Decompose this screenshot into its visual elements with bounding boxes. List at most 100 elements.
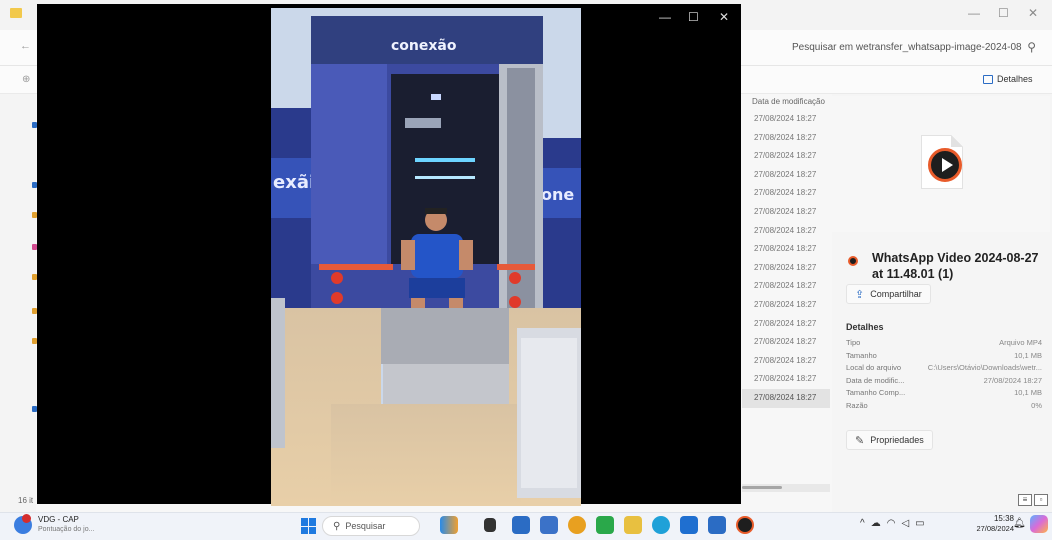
wrench-icon: ✎ (855, 434, 865, 447)
tiles-view-icon[interactable]: ▫ (1034, 494, 1048, 506)
file-row-date[interactable]: 27/08/2024 18:27 (742, 184, 830, 203)
widget-subtitle: Pontuação do jo... (38, 526, 95, 533)
file-row-date[interactable]: 27/08/2024 18:27 (742, 296, 830, 315)
item-count-status: 16 it (18, 496, 34, 505)
search-placeholder: Pesquisar em wetransfer_whatsapp-image-2… (792, 42, 1022, 53)
task-view-icon[interactable] (484, 518, 496, 532)
volume-icon[interactable]: ◁ (901, 518, 909, 529)
back-arrow-icon[interactable]: ← (20, 40, 31, 52)
fish-app-icon[interactable] (440, 516, 458, 534)
widget-title: VDG - CAP (38, 515, 79, 524)
property-value: Arquivo MP4 (999, 338, 1042, 347)
file-row-date[interactable]: 27/08/2024 18:27 (742, 315, 830, 334)
windows-logo-icon (301, 518, 308, 526)
file-properties-list: Tipo Arquivo MP4 Tamanho 10,1 MB Local do ar… (846, 337, 1042, 413)
property-row: Tamanho Comp... 10,1 MB (846, 387, 1042, 400)
start-button[interactable] (301, 518, 317, 534)
folder-icon[interactable] (624, 516, 642, 534)
clock-date: 27/08/2024 (976, 524, 1014, 533)
store-icon[interactable] (540, 516, 558, 534)
file-row-date[interactable]: 27/08/2024 18:27 (742, 259, 830, 278)
battery-icon[interactable]: ▭ (915, 518, 924, 529)
property-label: Local do arquivo (846, 363, 902, 373)
share-button[interactable]: ⇪ Compartilhar (846, 284, 931, 304)
weather-widget[interactable]: VDG - CAP Pontuação do jo... (14, 514, 95, 535)
property-value: 0% (1031, 400, 1042, 410)
clock-time: 15:38 (993, 514, 1014, 523)
share-label: Compartilhar (870, 289, 922, 299)
property-label: Razão (846, 400, 868, 410)
video-frame[interactable]: exãi one conexão (271, 8, 581, 506)
properties-button[interactable]: ✎ Propriedades (846, 430, 933, 450)
property-value: 27/08/2024 18:27 (983, 375, 1042, 385)
file-row-date[interactable]: 27/08/2024 18:27 (742, 110, 830, 129)
mail-icon[interactable] (680, 516, 698, 534)
onedrive-icon[interactable]: ☁ (871, 518, 881, 529)
taskbar-clock[interactable]: 15:38 27/08/2024 (958, 514, 1014, 534)
video-scene: exãi one conexão (271, 8, 581, 506)
truck-side-text-right: one (541, 185, 574, 204)
wifi-icon[interactable]: ◠ (887, 518, 896, 529)
media-player-icon[interactable] (736, 516, 754, 534)
edge-icon[interactable] (652, 516, 670, 534)
explorer-icon[interactable] (512, 516, 530, 534)
chrome-icon[interactable] (568, 516, 586, 534)
chevron-up-icon[interactable]: ^ (860, 518, 865, 529)
explorer-minimize-button[interactable]: — (968, 6, 980, 20)
file-row-date[interactable]: 27/08/2024 18:27 (742, 240, 830, 259)
share-icon: ⇪ (855, 288, 865, 301)
file-row-date[interactable]: 27/08/2024 18:27 (742, 129, 830, 148)
file-row-date[interactable]: 27/08/2024 18:27 (742, 333, 830, 352)
details-section-title: Detalhes (846, 322, 884, 332)
media-file-icon (848, 256, 858, 266)
file-row-date[interactable]: 27/08/2024 18:27 (742, 147, 830, 166)
truck-side-text-left: exãi (273, 172, 315, 193)
scrollbar-thumb[interactable] (742, 486, 782, 489)
file-row-date[interactable]: 27/08/2024 18:27 (742, 277, 830, 296)
file-row-date[interactable]: 27/08/2024 18:27 (742, 370, 830, 389)
search-icon: ⚲ (1027, 40, 1036, 54)
new-item-icon[interactable]: ⊕ (22, 74, 30, 85)
player-maximize-button[interactable]: ☐ (688, 10, 699, 24)
search-icon: ⚲ (333, 520, 341, 532)
folder-icon (10, 8, 22, 18)
property-row: Tipo Arquivo MP4 (846, 337, 1042, 350)
details-view-icon[interactable]: ≡ (1018, 494, 1032, 506)
explorer-close-button[interactable]: ✕ (1028, 6, 1038, 20)
file-row-date[interactable]: 27/08/2024 18:27 (742, 166, 830, 185)
file-row-date[interactable]: 27/08/2024 18:27 (742, 203, 830, 222)
file-row-date[interactable]: 27/08/2024 18:27 (742, 352, 830, 371)
whatsapp-icon[interactable] (596, 516, 614, 534)
property-row: Razão 0% (846, 400, 1042, 413)
file-name-title: WhatsApp Video 2024-08-27 at 11.48.01 (1… (872, 251, 1039, 281)
player-minimize-button[interactable]: — (659, 10, 671, 24)
trailer-logo: conexão (391, 38, 457, 54)
file-row-date[interactable]: 27/08/2024 18:27 (742, 222, 830, 241)
property-label: Tamanho Comp... (846, 388, 906, 398)
property-row: Tamanho 10,1 MB (846, 350, 1042, 363)
notification-bell-icon[interactable]: 🔔︎ (1013, 518, 1026, 529)
video-file-play-icon (928, 148, 962, 182)
player-close-button[interactable]: ✕ (719, 10, 729, 24)
property-label: Tipo (846, 338, 861, 347)
explorer-search-input[interactable]: Pesquisar em wetransfer_whatsapp-image-2… (786, 37, 1042, 59)
navigation-pane (0, 94, 37, 512)
property-value: 10,1 MB (1014, 350, 1042, 360)
date-modified-column-header[interactable]: Data de modificação (752, 97, 825, 106)
taskbar-search-box[interactable]: ⚲ Pesquisar (322, 516, 420, 536)
photos-icon[interactable] (708, 516, 726, 534)
details-toggle-button[interactable]: Detalhes (983, 74, 1033, 84)
property-value: C:\Users\Otávio\Downloads\wetr... (927, 363, 1042, 373)
property-row: Local do arquivo C:\Users\Otávio\Download… (846, 362, 1042, 375)
file-row-date[interactable]: 27/08/2024 18:27 (742, 388, 830, 408)
details-pane-icon (983, 74, 993, 84)
media-player-window: — ☐ ✕ exãi one conexão (37, 4, 741, 506)
notification-badge (22, 514, 31, 523)
explorer-maximize-button[interactable]: ☐ (998, 6, 1009, 20)
property-label: Tamanho (846, 350, 877, 360)
property-label: Data de modific... (846, 375, 905, 385)
view-mode-switch: ≡ ▫ (1018, 494, 1048, 506)
copilot-icon[interactable] (1030, 515, 1048, 533)
horizontal-scrollbar[interactable] (742, 484, 830, 492)
file-date-list: 27/08/2024 18:27 27/08/2024 18:27 27/08/20… (742, 110, 830, 408)
